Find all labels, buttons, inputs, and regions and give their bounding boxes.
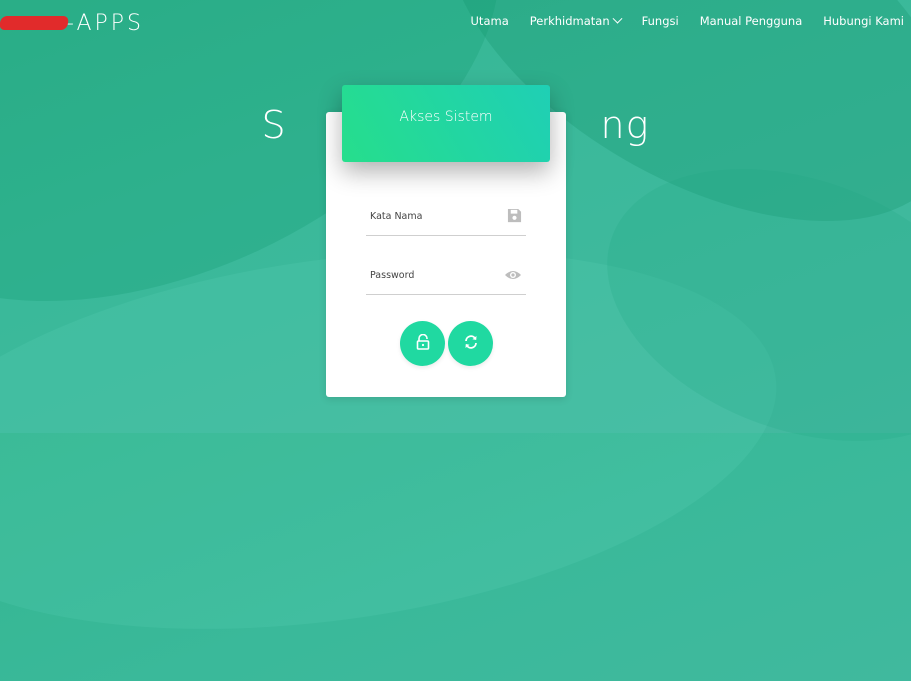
password-input[interactable] (366, 262, 490, 288)
nav-item-hubungi-kami[interactable]: Hubungi Kami (823, 14, 904, 28)
nav-item-perkhidmatan[interactable]: Perkhidmatan (529, 13, 623, 28)
login-title: Akses Sistem (399, 108, 493, 125)
login-button[interactable] (400, 321, 445, 366)
main-nav: Utama Perkhidmatan Fungsi Manual Penggun… (450, 13, 904, 28)
nav-item-utama[interactable]: Utama (471, 14, 509, 28)
refresh-icon (463, 334, 479, 354)
lock-icon (416, 333, 430, 354)
username-input[interactable] (366, 203, 490, 229)
nav-item-label: Hubungi Kami (823, 14, 904, 28)
username-field (366, 203, 526, 236)
logo-text: -APPS (66, 10, 145, 36)
redaction-mark (0, 16, 70, 30)
nav-item-label: Fungsi (641, 14, 679, 28)
save-icon (507, 208, 522, 227)
nav-item-fungsi[interactable]: Fungsi (642, 14, 679, 28)
brand-logo[interactable]: -APPS (0, 8, 144, 38)
navbar: -APPS Utama Perkhidmatan Fungsi Manual P… (0, 0, 911, 44)
nav-item-label: Manual Pengguna (699, 14, 803, 28)
password-field (366, 262, 526, 295)
eye-icon[interactable] (504, 267, 522, 286)
reset-button[interactable] (448, 321, 493, 366)
nav-item-manual-pengguna[interactable]: Manual Pengguna (700, 14, 803, 28)
nav-item-label: Perkhidmatan (529, 14, 610, 28)
nav-item-label: Utama (470, 14, 509, 28)
chevron-down-icon (612, 13, 623, 24)
login-card-header: Akses Sistem (342, 85, 550, 162)
